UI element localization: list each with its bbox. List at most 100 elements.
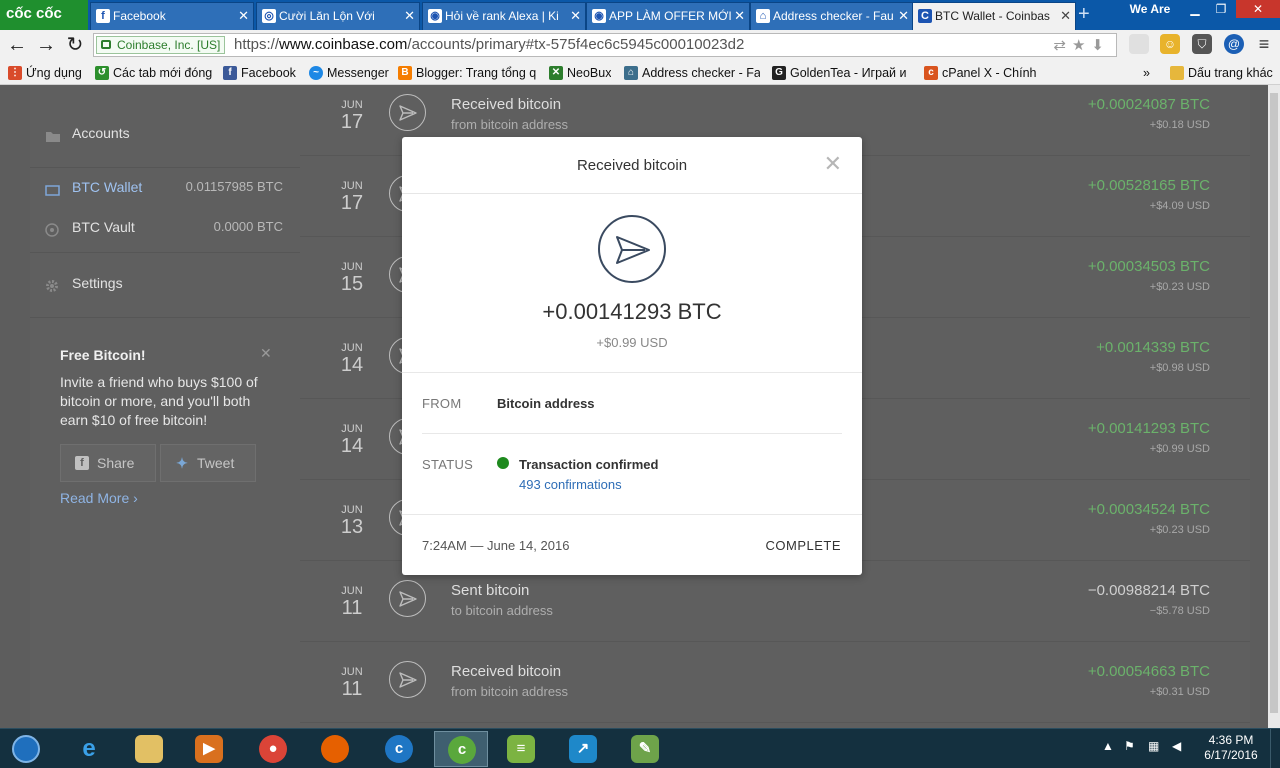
transaction-row[interactable]: JUN 11 Received bitcoin from bitcoin addres… [300, 642, 1250, 723]
sidebar-item-accounts[interactable]: Accounts [45, 121, 295, 145]
tray-chevron-icon[interactable]: ▲ [1102, 739, 1114, 753]
page-scrollbar[interactable] [1268, 85, 1280, 728]
transaction-btc-amount: +0.00054663 BTC [1087, 663, 1210, 680]
close-icon[interactable]: ✕ [404, 3, 415, 29]
download-icon[interactable]: ⬇ [1091, 37, 1110, 54]
transaction-day: 11 [341, 597, 363, 619]
facebook-icon: f [223, 66, 237, 80]
extension-smile-icon[interactable]: ☺ [1160, 34, 1180, 54]
translate-icon[interactable]: ⇄ [1053, 37, 1072, 54]
share-button[interactable]: f Share [60, 444, 156, 482]
send-icon [389, 661, 426, 698]
reload-button[interactable]: ↻ [63, 33, 87, 57]
bookmark-address-checker[interactable]: ⌂ Address checker - Fau [624, 64, 760, 82]
star-icon[interactable]: ★ [1072, 37, 1091, 54]
volume-icon[interactable]: ◀ [1172, 739, 1181, 753]
url-text[interactable]: https://www.coinbase.com/accounts/primar… [234, 34, 744, 56]
taskbar-bluestacks[interactable]: ≡ [494, 731, 548, 767]
tab-cuoi[interactable]: ◎ Cười Lăn Lộn Với ✕ [256, 2, 420, 30]
extension-blank-icon[interactable] [1129, 34, 1149, 54]
send-icon [389, 580, 426, 617]
close-icon[interactable]: ✕ [824, 153, 842, 175]
taskbar-coccoc[interactable]: c [434, 731, 488, 767]
menu-icon[interactable]: ≡ [1254, 34, 1274, 54]
window-close-button[interactable]: ✕ [1236, 0, 1280, 18]
site-icon: ◉ [592, 9, 606, 23]
taskbar-media[interactable]: ▶ [182, 731, 236, 767]
divider [402, 372, 862, 373]
close-icon[interactable]: ✕ [570, 3, 581, 29]
close-icon[interactable]: ✕ [238, 3, 249, 29]
forward-button[interactable]: → [34, 33, 58, 57]
close-icon[interactable]: ✕ [734, 3, 745, 29]
read-more-link[interactable]: Read More › [60, 490, 138, 506]
new-tab-button[interactable]: + [1078, 4, 1090, 24]
confirmations-link[interactable]: 493 confirmations [519, 477, 622, 492]
neobux-icon: ✕ [549, 66, 563, 80]
transaction-day: 14 [340, 435, 364, 457]
bookmark-blogger[interactable]: B Blogger: Trang tổng q [398, 64, 538, 82]
ev-certificate-badge[interactable]: Coinbase, Inc. [US] [96, 36, 226, 54]
bookmark-facebook[interactable]: f Facebook [223, 64, 296, 82]
close-icon[interactable]: ✕ [898, 3, 909, 29]
transaction-day: 17 [340, 111, 364, 133]
network-icon[interactable]: ▦ [1148, 739, 1159, 753]
system-clock[interactable]: 4:36 PM 6/17/2016 [1196, 733, 1266, 763]
facebook-icon: f [75, 456, 89, 470]
bookmark-apps[interactable]: ⋮ Ứng dụng [8, 64, 82, 82]
taskbar-chrome[interactable]: ● [246, 731, 300, 767]
extension-at-icon[interactable]: @ [1224, 34, 1244, 54]
bookmark-goldentea[interactable]: G GoldenTea - Играй и [772, 64, 916, 82]
tab-alexa[interactable]: ◉ Hỏi về rank Alexa | Ki ✕ [422, 2, 586, 30]
site-icon: ◉ [428, 9, 442, 23]
transaction-btc-amount: +0.0014339 BTC [1096, 339, 1210, 356]
taskbar-explorer[interactable] [122, 731, 176, 767]
sidebar-item-btc-vault[interactable]: BTC Vault 0.0000 BTC [45, 215, 295, 239]
show-desktop-button[interactable] [1270, 729, 1280, 768]
firefox-icon [321, 735, 349, 763]
browser-logo[interactable]: cốc cốc [0, 0, 88, 30]
bookmarks-overflow-chevron-icon[interactable]: » [1143, 64, 1150, 82]
taskbar-firefox[interactable] [308, 731, 362, 767]
taskbar-remote[interactable]: ↗ [556, 731, 610, 767]
bookmark-other[interactable]: Dấu trang khác [1170, 64, 1273, 82]
sidebar-item-settings[interactable]: Settings [45, 271, 295, 295]
address-bar[interactable]: Coinbase, Inc. [US] https://www.coinbase… [93, 33, 1117, 57]
free-bitcoin-promo: Free Bitcoin! ✕ Invite a friend who buys… [60, 345, 280, 482]
minimize-button[interactable]: ▁ [1182, 0, 1208, 18]
taskbar-coccoc-alt[interactable]: c [372, 731, 426, 767]
bookmark-messenger[interactable]: ~ Messenger [309, 64, 389, 82]
extension-shield-icon[interactable]: ⛉ [1192, 34, 1212, 54]
flag-icon[interactable]: ⚑ [1124, 739, 1135, 753]
bookmark-recent-tabs[interactable]: ↺ Các tab mới đóng [95, 64, 212, 82]
taskbar-ie[interactable]: e [62, 731, 116, 767]
tab-btc-wallet[interactable]: C BTC Wallet - Coinbas ✕ [912, 2, 1076, 30]
folder-icon [45, 126, 61, 142]
transaction-state: COMPLETE [765, 538, 841, 553]
bookmark-neobux[interactable]: ✕ NeoBux [549, 64, 611, 82]
modal-title: Received bitcoin [576, 157, 688, 174]
transaction-day: 11 [341, 678, 363, 700]
restore-button[interactable]: ❐ [1208, 0, 1234, 18]
transaction-subtitle: from bitcoin address [451, 684, 569, 699]
sidebar-item-btc-wallet[interactable]: BTC Wallet 0.01157985 BTC [45, 175, 295, 199]
tab-app-offer[interactable]: ◉ APP LÀM OFFER MỚI ✕ [586, 2, 750, 30]
home-icon: ⌂ [756, 9, 770, 23]
gear-icon [45, 276, 61, 292]
scrollbar-thumb[interactable] [1270, 93, 1278, 713]
back-button[interactable]: ← [5, 33, 29, 57]
start-button[interactable] [4, 731, 48, 767]
tab-facebook[interactable]: f Facebook ✕ [90, 2, 254, 30]
tweet-button[interactable]: ✦ Tweet [160, 444, 256, 482]
messenger-icon: ~ [309, 66, 323, 80]
taskbar-notepad[interactable]: ✎ [618, 731, 672, 767]
status-dot [497, 457, 509, 469]
golden-icon: G [772, 66, 786, 80]
close-icon[interactable]: ✕ [1060, 3, 1071, 29]
transaction-month: JUN [341, 666, 363, 678]
close-icon[interactable]: ✕ [260, 345, 272, 362]
tab-address-checker[interactable]: ⌂ Address checker - Fau ✕ [750, 2, 914, 30]
bookmark-cpanel[interactable]: c cPanel X - Chính [924, 64, 1037, 82]
divider [30, 252, 300, 253]
tab-label: Hỏi về rank Alexa | Ki [445, 9, 559, 23]
